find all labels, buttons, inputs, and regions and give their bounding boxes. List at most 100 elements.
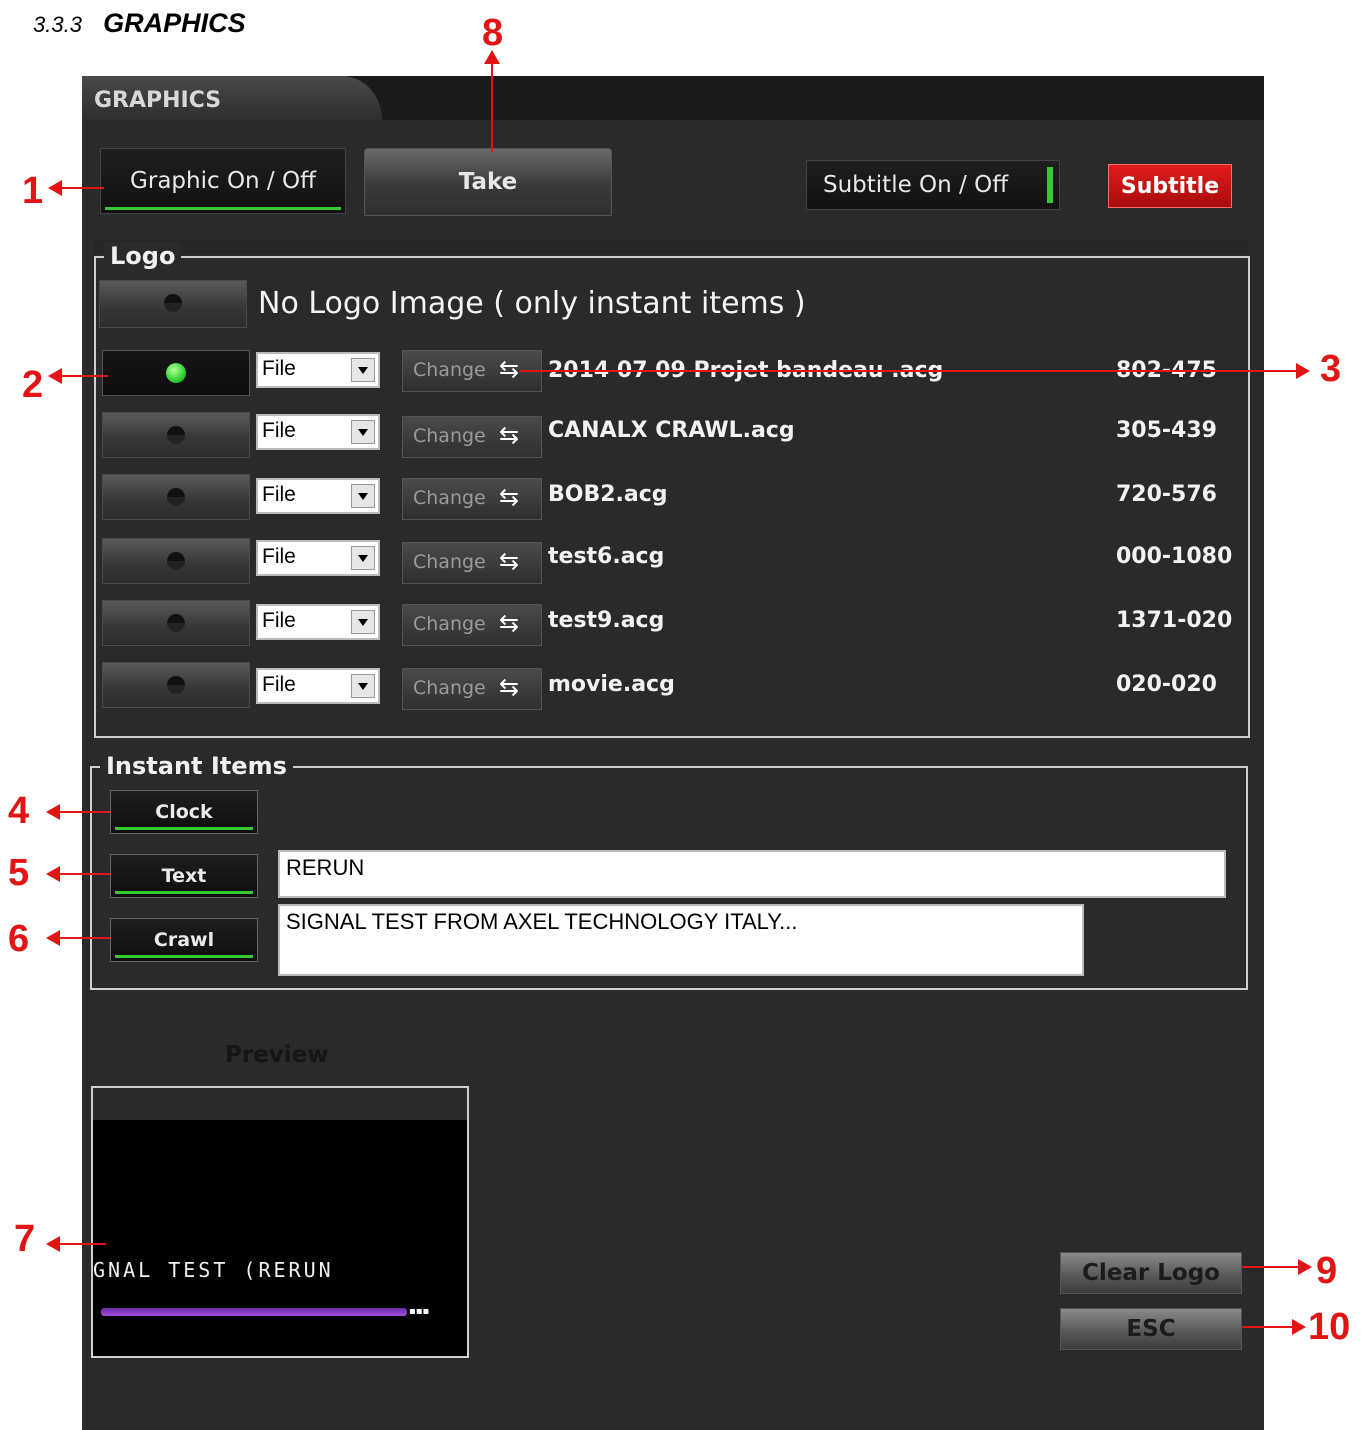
logo-position: 020-020 xyxy=(1116,672,1217,697)
logo-source-select[interactable]: File xyxy=(256,668,380,704)
graphic-on-off-label: Graphic On / Off xyxy=(130,168,316,194)
subtitle-button[interactable]: Subtitle xyxy=(1108,164,1232,208)
logo-select-button[interactable] xyxy=(102,600,250,646)
logo-source-value: File xyxy=(262,419,296,442)
inactive-indicator-icon xyxy=(167,676,185,694)
logo-file-name: test6.acg xyxy=(548,544,665,569)
callout-4-arrow xyxy=(58,811,110,813)
graphic-on-off-indicator xyxy=(105,207,341,210)
change-label: Change xyxy=(413,487,486,509)
logo-select-button[interactable] xyxy=(102,662,250,708)
tab-graphics[interactable]: GRAPHICS xyxy=(82,76,382,120)
change-label: Change xyxy=(413,613,486,635)
preview-ticker-text: GNAL TEST (RERUN xyxy=(93,1258,334,1282)
logo-source-value: File xyxy=(262,673,296,696)
esc-button[interactable]: ESC xyxy=(1060,1308,1242,1350)
text-button[interactable]: Text xyxy=(110,854,258,898)
logo-source-value: File xyxy=(262,357,296,380)
logo-source-select[interactable]: File xyxy=(256,604,380,640)
preview-top-band xyxy=(93,1088,467,1120)
dropdown-arrow-icon[interactable] xyxy=(351,420,375,444)
change-button[interactable]: Change ⇆ xyxy=(402,668,542,710)
change-button[interactable]: Change ⇆ xyxy=(402,478,542,520)
no-logo-label: No Logo Image ( only instant items ) xyxy=(258,286,806,321)
callout-5-arrow xyxy=(58,873,110,875)
callout-9-arrow-head xyxy=(1298,1259,1312,1275)
dropdown-arrow-icon[interactable] xyxy=(351,484,375,508)
dropdown-arrow-icon[interactable] xyxy=(351,674,375,698)
text-indicator xyxy=(115,891,253,894)
change-button[interactable]: Change ⇆ xyxy=(402,604,542,646)
swap-arrows-icon: ⇆ xyxy=(499,547,520,575)
logo-source-select[interactable]: File xyxy=(256,352,380,388)
inactive-indicator-icon xyxy=(167,426,185,444)
logo-file-name: test9.acg xyxy=(548,608,665,633)
clock-indicator xyxy=(115,827,253,830)
swap-arrows-icon: ⇆ xyxy=(499,483,520,511)
preview-dots: ▪▪▪ xyxy=(409,1306,430,1317)
esc-label: ESC xyxy=(1126,1316,1176,1342)
callout-1-arrow xyxy=(60,187,104,189)
crawl-button[interactable]: Crawl xyxy=(110,918,258,962)
logo-position: 000-1080 xyxy=(1116,544,1233,569)
graphic-on-off-button[interactable]: Graphic On / Off xyxy=(100,148,346,214)
logo-select-button[interactable] xyxy=(102,538,250,584)
callout-9-arrow xyxy=(1242,1266,1302,1268)
inactive-indicator-icon xyxy=(167,552,185,570)
logo-group-title: Logo xyxy=(104,242,182,270)
subtitle-on-off-label: Subtitle On / Off xyxy=(823,172,1009,198)
take-button[interactable]: Take xyxy=(364,148,612,216)
clock-label: Clock xyxy=(155,801,213,823)
logo-select-button[interactable] xyxy=(102,412,250,458)
logo-select-button[interactable] xyxy=(102,474,250,520)
crawl-label: Crawl xyxy=(153,929,215,951)
crawl-input[interactable]: SIGNAL TEST FROM AXEL TECHNOLOGY ITALY..… xyxy=(278,904,1084,976)
logo-group-band xyxy=(94,240,1248,254)
logo-position: 1371-020 xyxy=(1116,608,1233,633)
preview-monitor: GNAL TEST (RERUN ▪▪▪ xyxy=(91,1086,469,1358)
no-logo-indicator-icon xyxy=(164,294,182,312)
tab-graphics-label: GRAPHICS xyxy=(94,88,222,113)
callout-10: 10 xyxy=(1308,1306,1351,1348)
logo-source-value: File xyxy=(262,483,296,506)
no-logo-select-button[interactable] xyxy=(99,280,247,328)
logo-position: 305-439 xyxy=(1116,418,1217,443)
callout-6: 6 xyxy=(8,918,30,960)
subtitle-label: Subtitle xyxy=(1120,173,1220,199)
logo-position: 720-576 xyxy=(1116,482,1217,507)
logo-source-select[interactable]: File xyxy=(256,540,380,576)
logo-source-value: File xyxy=(262,609,296,632)
clear-logo-button[interactable]: Clear Logo xyxy=(1060,1252,1242,1294)
callout-7: 7 xyxy=(14,1218,36,1260)
callout-8-arrow xyxy=(491,62,493,152)
logo-source-select[interactable]: File xyxy=(256,414,380,450)
clear-logo-label: Clear Logo xyxy=(1082,1260,1220,1286)
dropdown-arrow-icon[interactable] xyxy=(351,610,375,634)
change-button[interactable]: Change ⇆ xyxy=(402,416,542,458)
change-label: Change xyxy=(413,677,486,699)
logo-source-select[interactable]: File xyxy=(256,478,380,514)
change-label: Change xyxy=(413,425,486,447)
section-heading: 3.3.3 GRAPHICS xyxy=(33,8,246,39)
instant-items-title: Instant Items xyxy=(100,752,293,780)
take-label: Take xyxy=(458,169,518,195)
text-input[interactable]: RERUN xyxy=(278,850,1226,898)
change-label: Change xyxy=(413,359,486,381)
subtitle-on-off-button[interactable]: Subtitle On / Off xyxy=(806,160,1060,210)
dropdown-arrow-icon[interactable] xyxy=(351,358,375,382)
logo-select-button[interactable] xyxy=(102,350,250,396)
callout-2-arrow xyxy=(60,375,108,377)
logo-file-name: CANALX CRAWL.acg xyxy=(548,418,795,443)
clock-button[interactable]: Clock xyxy=(110,790,258,834)
callout-4: 4 xyxy=(8,790,30,832)
callout-10-arrow-head xyxy=(1292,1319,1306,1335)
swap-arrows-icon: ⇆ xyxy=(499,673,520,701)
callout-8: 8 xyxy=(482,12,504,54)
callout-3-arrow xyxy=(520,370,1300,372)
logo-file-name: BOB2.acg xyxy=(548,482,668,507)
logo-source-value: File xyxy=(262,545,296,568)
change-button[interactable]: Change ⇆ xyxy=(402,542,542,584)
dropdown-arrow-icon[interactable] xyxy=(351,546,375,570)
text-label: Text xyxy=(161,865,207,887)
callout-5: 5 xyxy=(8,852,30,894)
